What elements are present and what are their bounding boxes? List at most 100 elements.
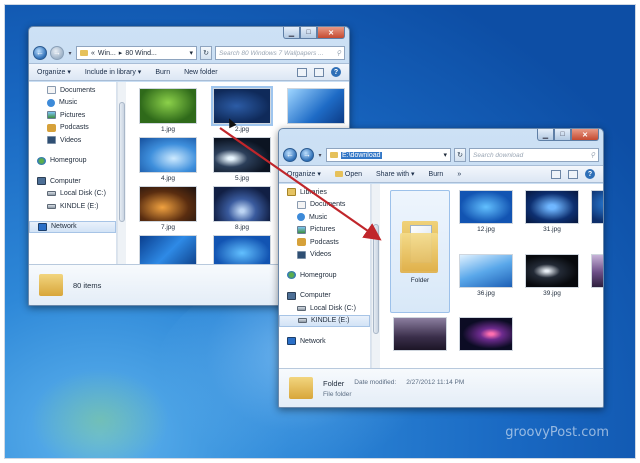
title-bar[interactable]: ▁ □ ✕ — [29, 27, 349, 43]
nav-item-videos[interactable]: Videos — [29, 134, 116, 147]
include-in-library-button[interactable]: Include in library ▾ — [85, 68, 141, 76]
nav-item-label: Documents — [60, 86, 96, 94]
forward-button[interactable]: → — [50, 46, 64, 60]
address-path[interactable]: E:\download — [341, 151, 382, 159]
preview-pane-icon[interactable] — [568, 169, 578, 179]
nav-item-local-disk-c[interactable]: Local Disk (C:) — [29, 188, 116, 201]
file-item[interactable]: 12.jpg — [456, 190, 516, 250]
file-item[interactable] — [134, 235, 202, 266]
file-item[interactable]: 32.jpg — [588, 190, 603, 250]
search-input[interactable]: Search 80 Windows 7 Wallpapers ... ⚲ — [215, 46, 345, 60]
search-input[interactable]: Search download ⚲ — [469, 148, 599, 162]
nav-item-podcasts[interactable]: Podcasts — [29, 122, 116, 135]
search-icon: ⚲ — [590, 152, 595, 159]
nav-item-documents[interactable]: Documents — [29, 84, 116, 97]
file-item[interactable]: 5.jpg — [208, 137, 276, 182]
burn-button[interactable]: Burn — [429, 171, 444, 178]
file-item[interactable] — [282, 88, 349, 133]
nav-item-label: Local Disk (C:) — [60, 190, 106, 198]
open-button[interactable]: Open — [334, 171, 362, 178]
go-button[interactable]: ↻ — [454, 148, 466, 162]
breadcrumb-item[interactable]: 80 Wind... — [125, 50, 157, 57]
nav-item-kindle-e[interactable]: KINDLE (E:) — [279, 314, 370, 327]
folder-item[interactable]: Folder — [390, 190, 450, 314]
nav-item-homegroup[interactable]: Homegroup — [279, 269, 370, 282]
nav-item-network[interactable]: Network — [279, 335, 370, 348]
image-thumbnail — [213, 186, 271, 222]
scrollbar-thumb[interactable] — [373, 224, 379, 334]
nav-item-label: Homegroup — [50, 157, 87, 165]
preview-pane-icon[interactable] — [314, 67, 324, 77]
file-item[interactable] — [390, 317, 450, 370]
file-item[interactable]: 1.jpg — [134, 88, 202, 133]
nav-item-computer[interactable]: Computer — [29, 175, 116, 188]
nav-item-computer[interactable]: Computer — [279, 290, 370, 303]
back-button[interactable]: ← — [283, 148, 297, 162]
libraries-icon — [287, 188, 296, 197]
nav-item-network[interactable]: Network — [29, 220, 116, 233]
organize-button[interactable]: Organize ▾ — [37, 68, 71, 76]
explorer-window-download[interactable]: ▁ □ ✕ ← → ▾ E:\download ▾ ↻ Search downl… — [278, 128, 604, 408]
nav-item-documents[interactable]: Documents — [279, 199, 370, 212]
close-button[interactable]: ✕ — [317, 27, 345, 39]
nav-item-music[interactable]: Music — [279, 211, 370, 224]
navigation-pane: Libraries Documents Music Pictures Podcasts V… — [279, 184, 371, 370]
nav-item-pictures[interactable]: Pictures — [279, 224, 370, 237]
nav-item-label: Podcasts — [60, 124, 89, 132]
nav-scrollbar[interactable] — [371, 184, 380, 370]
more-commands-button[interactable]: » — [457, 171, 461, 178]
share-with-button[interactable]: Share with ▾ — [376, 170, 415, 178]
address-bar[interactable]: E:\download ▾ — [326, 148, 451, 162]
file-item[interactable] — [456, 317, 516, 370]
forward-button[interactable]: → — [300, 148, 314, 162]
nav-item-videos[interactable]: Videos — [279, 249, 370, 262]
file-item[interactable]: 31.jpg — [522, 190, 582, 250]
nav-item-pictures[interactable]: Pictures — [29, 109, 116, 122]
recent-pages-icon[interactable]: ▾ — [317, 152, 323, 159]
refresh-button[interactable]: ↻ — [200, 46, 212, 60]
file-item[interactable] — [208, 235, 276, 266]
minimize-button[interactable]: ▁ — [537, 129, 554, 141]
nav-item-homegroup[interactable]: Homegroup — [29, 155, 116, 168]
close-button[interactable]: ✕ — [571, 129, 599, 141]
file-item[interactable]: 39.jpg — [522, 253, 582, 314]
minimize-button[interactable]: ▁ — [283, 27, 300, 39]
maximize-button[interactable]: □ — [554, 129, 571, 141]
file-item[interactable]: 7.jpg — [134, 186, 202, 231]
help-icon[interactable]: ? — [585, 169, 595, 179]
image-thumbnail — [459, 253, 513, 288]
file-item[interactable]: 36.jpg — [456, 253, 516, 314]
file-item[interactable] — [588, 253, 603, 314]
file-item[interactable]: 8.jpg — [208, 186, 276, 231]
address-bar[interactable]: « Win... ▸ 80 Wind... ▾ — [76, 46, 197, 60]
file-name: 2.jpg — [234, 126, 250, 133]
date-modified-value: 2/27/2012 11:14 PM — [406, 378, 465, 386]
maximize-button[interactable]: □ — [300, 27, 317, 39]
back-button[interactable]: ← — [33, 46, 47, 60]
file-item[interactable]: 4.jpg — [134, 137, 202, 182]
nav-item-kindle-e[interactable]: KINDLE (E:) — [29, 200, 116, 213]
nav-item-libraries[interactable]: Libraries — [279, 186, 370, 199]
title-bar[interactable]: ▁ □ ✕ — [279, 129, 603, 145]
help-icon[interactable]: ? — [331, 67, 341, 77]
nav-item-podcasts[interactable]: Podcasts — [279, 236, 370, 249]
folder-icon — [398, 219, 442, 275]
watermark: groovyPost.com — [505, 425, 609, 440]
date-modified-label: Date modified: — [354, 378, 397, 386]
recent-pages-icon[interactable]: ▾ — [67, 50, 73, 57]
organize-button[interactable]: Organize ▾ — [287, 170, 321, 178]
change-view-icon[interactable] — [551, 169, 561, 179]
address-dropdown-icon[interactable]: ▾ — [443, 151, 447, 159]
scrollbar-thumb[interactable] — [119, 102, 125, 222]
pictures-icon — [47, 111, 56, 120]
nav-item-music[interactable]: Music — [29, 97, 116, 110]
new-folder-button[interactable]: New folder — [184, 69, 217, 76]
change-view-icon[interactable] — [297, 67, 307, 77]
burn-button[interactable]: Burn — [155, 69, 170, 76]
file-item[interactable]: 2.jpg — [208, 86, 276, 133]
address-dropdown-icon[interactable]: ▾ — [189, 49, 193, 57]
nav-scrollbar[interactable] — [117, 82, 126, 266]
breadcrumb-item[interactable]: Win... — [98, 50, 116, 57]
nav-item-local-disk-c[interactable]: Local Disk (C:) — [279, 302, 370, 315]
file-name: 31.jpg — [543, 226, 561, 233]
